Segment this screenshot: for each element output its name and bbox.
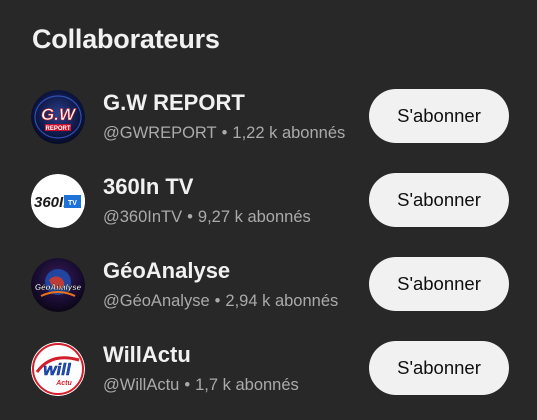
channel-avatar[interactable]: G.W REPORT xyxy=(31,90,85,144)
channel-row: G.W REPORT G.W REPORT @GWREPORT • 1,22 k a… xyxy=(0,76,537,160)
geoanalyse-logo-icon: GéoAnalyse xyxy=(31,258,85,312)
separator-dot: • xyxy=(187,208,193,226)
svg-text:will: will xyxy=(43,360,72,379)
subscribe-button[interactable]: S'abonner xyxy=(369,89,509,143)
svg-text:GéoAnalyse: GéoAnalyse xyxy=(35,283,82,292)
channel-meta: @GéoAnalyse • 2,94 k abonnés xyxy=(103,292,338,311)
subscriber-count: 9,27 k abonnés xyxy=(197,208,311,226)
willactu-logo-icon: will Actu xyxy=(31,342,85,396)
svg-text:REPORT: REPORT xyxy=(45,126,70,132)
channel-handle: @360InTV xyxy=(103,208,183,226)
channel-handle: @GWREPORT xyxy=(103,124,217,142)
channel-meta: @360InTV • 9,27 k abonnés xyxy=(103,208,311,227)
separator-dot: • xyxy=(214,292,221,310)
separator-dot: • xyxy=(221,124,228,142)
channel-meta: @WillActu • 1,7 k abonnés xyxy=(103,376,299,395)
channel-avatar[interactable]: 360In TV xyxy=(31,174,85,228)
channel-avatar[interactable]: will Actu xyxy=(31,342,85,396)
channel-meta: @GWREPORT • 1,22 k abonnés xyxy=(103,124,345,143)
subscriber-count: 1,22 k abonnés xyxy=(232,124,346,142)
subscriber-count: 2,94 k abonnés xyxy=(225,292,339,310)
channel-handle: @GéoAnalyse xyxy=(103,292,210,310)
360in-tv-logo-icon: 360In TV xyxy=(31,174,85,228)
svg-text:Actu: Actu xyxy=(55,380,72,387)
channel-row: will Actu WillActu @WillActu • 1,7 k abonn… xyxy=(0,328,537,412)
separator-dot: • xyxy=(184,376,191,394)
channel-row: 360In TV 360In TV @360InTV • 9,27 k abonné… xyxy=(0,160,537,244)
collaborators-panel: Collaborateurs G.W REPORT G.W REPORT @GW… xyxy=(0,0,537,420)
channel-avatar[interactable]: GéoAnalyse xyxy=(31,258,85,312)
channel-name[interactable]: G.W REPORT xyxy=(103,90,245,116)
channel-name[interactable]: 360In TV xyxy=(103,174,193,200)
subscribe-button[interactable]: S'abonner xyxy=(369,173,509,227)
channel-handle: @WillActu xyxy=(103,376,180,394)
svg-text:TV: TV xyxy=(68,200,77,207)
svg-text:G.W: G.W xyxy=(41,105,77,124)
gw-report-logo-icon: G.W REPORT xyxy=(31,90,85,144)
subscribe-button[interactable]: S'abonner xyxy=(369,257,509,311)
subscribe-button[interactable]: S'abonner xyxy=(369,341,509,395)
channel-name[interactable]: WillActu xyxy=(103,342,191,368)
section-title: Collaborateurs xyxy=(32,24,220,54)
channel-row: GéoAnalyse GéoAnalyse @GéoAnalyse • 2,94 k… xyxy=(0,244,537,328)
channel-name[interactable]: GéoAnalyse xyxy=(103,258,230,284)
subscriber-count: 1,7 k abonnés xyxy=(195,376,299,394)
